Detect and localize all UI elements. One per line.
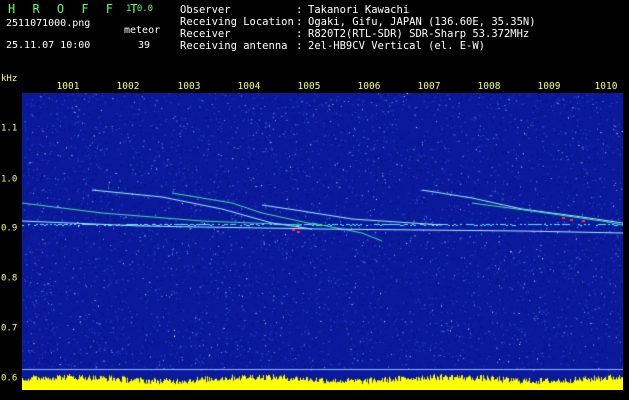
x-tick-label: 1006 (357, 81, 381, 92)
x-tick-label: 1005 (297, 81, 321, 92)
receiver-label: Receiver (180, 28, 231, 40)
hrofft-spectrogram-window: H R O F F T 1.0.0 2511071000.png meteor … (0, 0, 629, 400)
location-value: Ogaki, Gifu, JAPAN (136.60E, 35.35N) (308, 16, 536, 28)
meteor-count-label: meteor (124, 25, 161, 36)
y-tick-label: 0.9 (1, 223, 18, 234)
observer-value: Takanori Kawachi (308, 4, 410, 16)
x-tick-label: 1004 (237, 81, 261, 92)
y-tick-label: 1.0 (1, 174, 18, 185)
spectrogram-plot (22, 93, 623, 390)
y-tick-label: 1.1 (1, 123, 18, 134)
meteor-count-value: 39 (138, 40, 151, 51)
y-axis-unit: kHz (1, 74, 18, 84)
y-tick-label: 0.6 (1, 373, 18, 384)
spectrogram-canvas (22, 93, 623, 390)
app-version: 1.0.0 (126, 4, 154, 14)
y-tick-label: 0.8 (1, 273, 18, 284)
antenna-value: 2el-HB9CV Vertical (el. E-W) (308, 40, 486, 52)
receiver-separator: : (296, 28, 303, 40)
x-tick-label: 1009 (537, 81, 561, 92)
observer-label: Observer (180, 4, 231, 16)
y-tick-label: 0.7 (1, 323, 18, 334)
x-tick-label: 1002 (116, 81, 140, 92)
observer-separator: : (296, 4, 303, 16)
observation-datetime: 25.11.07 10:00 (6, 40, 91, 51)
x-tick-label: 1007 (417, 81, 441, 92)
image-filename: 2511071000.png (6, 18, 91, 29)
receiver-value: R820T2(RTL-SDR) SDR-Sharp 53.372MHz (308, 28, 530, 40)
app-brand: H R O F F T (8, 2, 143, 16)
location-label: Receiving Location (180, 16, 294, 28)
antenna-label: Receiving antenna (180, 40, 288, 52)
x-tick-label: 1010 (594, 81, 618, 92)
location-separator: : (296, 16, 303, 28)
antenna-separator: : (296, 40, 303, 52)
x-tick-label: 1008 (477, 81, 501, 92)
x-tick-label: 1001 (56, 81, 80, 92)
x-tick-label: 1003 (177, 81, 201, 92)
